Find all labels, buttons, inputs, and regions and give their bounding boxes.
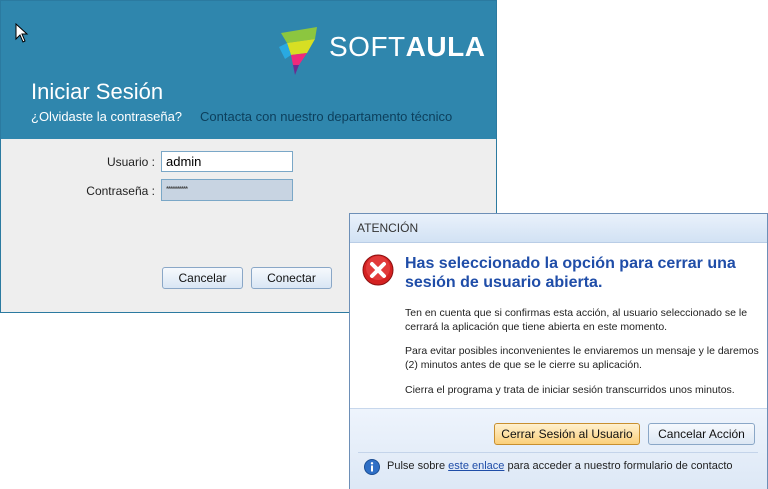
cancel-action-button[interactable]: Cancelar Acción	[648, 423, 755, 445]
connect-button[interactable]: Conectar	[251, 267, 332, 289]
info-icon	[364, 459, 380, 475]
cancel-button[interactable]: Cancelar	[162, 267, 243, 289]
contact-support-link[interactable]: Contacta con nuestro departamento técnic…	[200, 109, 452, 124]
mouse-pointer-icon	[15, 23, 29, 43]
dialog-paragraph: Para evitar posibles inconvenientes le e…	[405, 345, 759, 371]
password-input[interactable]: **********	[161, 179, 293, 201]
username-label: Usuario :	[106, 155, 155, 169]
dialog-title: ATENCIÓN	[357, 221, 419, 235]
footer-divider	[358, 452, 758, 453]
softaula-logo: SOFTAULA	[277, 25, 485, 77]
login-title: Iniciar Sesión	[31, 79, 164, 104]
error-icon	[362, 254, 394, 286]
footer-suffix: para acceder a nuestro formulario de con…	[504, 460, 733, 472]
close-user-session-button[interactable]: Cerrar Sesión al Usuario	[494, 423, 640, 445]
brand-name: SOFTAULA	[329, 31, 485, 63]
dialog-paragraph: Ten en cuenta que si confirmas esta acci…	[405, 307, 748, 333]
login-header: SOFTAULA Iniciar Sesión ¿Olvidaste la co…	[1, 1, 496, 139]
footer-prefix: Pulse sobre	[387, 460, 449, 472]
dialog-paragraph: Cierra el programa y trata de iniciar se…	[405, 384, 735, 396]
dialog-footer: Cerrar Sesión al Usuario Cancelar Acción…	[350, 408, 767, 489]
attention-dialog: ATENCIÓN Has seleccionado la opción para…	[349, 213, 768, 489]
brand-prefix: SOFT	[329, 31, 406, 62]
contact-form-link[interactable]: este enlace	[448, 460, 504, 472]
username-input[interactable]	[161, 151, 293, 172]
brand-suffix: AULA	[405, 31, 486, 62]
footer-text: Pulse sobre este enlace para acceder a n…	[387, 460, 733, 472]
password-label: Contraseña :	[86, 184, 155, 198]
dialog-heading: Has seleccionado la opción para cerrar u…	[405, 255, 736, 291]
forgot-password-link[interactable]: ¿Olvidaste la contraseña?	[31, 109, 182, 124]
logo-mark-icon	[279, 27, 317, 75]
dialog-titlebar: ATENCIÓN	[350, 214, 767, 243]
